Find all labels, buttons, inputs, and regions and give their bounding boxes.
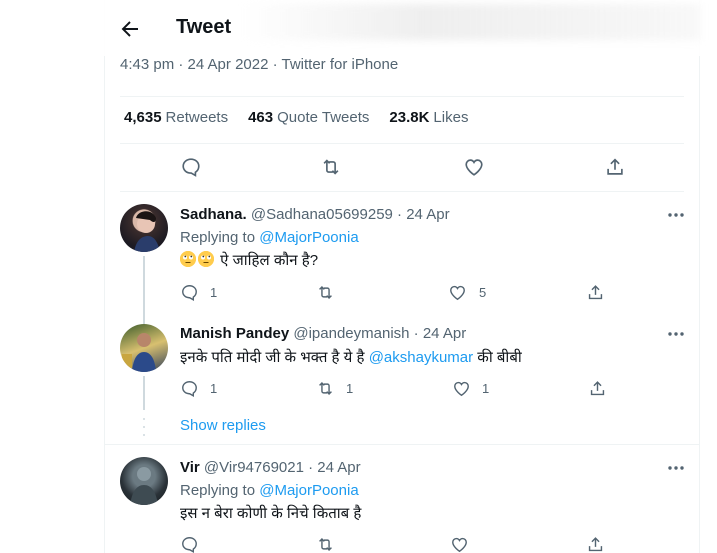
page-title: Tweet: [176, 16, 232, 38]
quote-tweets-stat[interactable]: 463 Quote Tweets: [248, 109, 369, 126]
reply-count: 1: [210, 381, 218, 396]
mention-link[interactable]: @MajorPoonia: [259, 229, 358, 246]
tweet-timestamp[interactable]: 4:43 pm · 24 Apr 2022 · Twitter for iPho…: [120, 56, 398, 73]
reply-icon[interactable]: [180, 156, 202, 178]
thread-line: [143, 256, 145, 310]
like-icon[interactable]: [463, 156, 485, 178]
retweet-icon[interactable]: [316, 535, 335, 553]
avatar[interactable]: [120, 457, 168, 505]
reply-tweet[interactable]: Manish Pandey @ipandeymanish · 24 Apr इन…: [104, 310, 700, 410]
reply-tweet[interactable]: Vir @Vir94769021 · 24 Apr Replying to @M…: [104, 445, 700, 553]
like-icon[interactable]: [452, 379, 471, 398]
more-options-icon[interactable]: [664, 322, 688, 346]
avatar[interactable]: [120, 324, 168, 372]
like-icon[interactable]: [450, 535, 469, 553]
rolling-eyes-emoji-icon: [198, 251, 214, 267]
reply-icon[interactable]: [180, 283, 199, 302]
thread-continuation-dots: [143, 416, 145, 438]
reply-text: ऐ जाहिल कौन है?: [180, 250, 318, 270]
retweet-icon[interactable]: [316, 379, 335, 398]
rolling-eyes-emoji-icon: [180, 251, 196, 267]
avatar[interactable]: [120, 204, 168, 252]
tweet-action-bar: [120, 146, 684, 190]
like-count: 1: [482, 381, 490, 396]
share-icon[interactable]: [588, 379, 607, 398]
reply-author[interactable]: Manish Pandey @ipandeymanish · 24 Apr: [180, 325, 466, 342]
reply-author[interactable]: Sadhana. @Sadhana05699259 · 24 Apr: [180, 206, 450, 223]
reply-count: 1: [210, 285, 218, 300]
like-count: 5: [479, 285, 487, 300]
retweet-icon[interactable]: [320, 156, 342, 178]
mention-link[interactable]: @MajorPoonia: [259, 482, 358, 499]
retweet-icon[interactable]: [316, 283, 335, 302]
likes-stat[interactable]: 23.8K Likes: [389, 109, 468, 126]
replying-to: Replying to @MajorPoonia: [180, 229, 359, 246]
header-blur-overlay: [240, 4, 700, 40]
back-arrow-icon[interactable]: [118, 17, 142, 41]
right-gutter: [700, 0, 717, 553]
divider: [120, 96, 684, 97]
reply-author[interactable]: Vir @Vir94769021 · 24 Apr: [180, 459, 361, 476]
more-options-icon[interactable]: [664, 203, 688, 227]
share-icon[interactable]: [586, 283, 605, 302]
retweet-count: 1: [346, 381, 354, 396]
reply-tweet[interactable]: Sadhana. @Sadhana05699259 · 24 Apr Reply…: [104, 192, 700, 310]
more-options-icon[interactable]: [664, 456, 688, 480]
share-icon[interactable]: [586, 535, 605, 553]
thread-line: [143, 376, 145, 410]
reply-icon[interactable]: [180, 379, 199, 398]
retweets-stat[interactable]: 4,635 Retweets: [124, 109, 228, 126]
thread-line: [143, 310, 145, 324]
divider: [120, 143, 684, 144]
reply-icon[interactable]: [180, 535, 199, 553]
replying-to: Replying to @MajorPoonia: [180, 482, 359, 499]
left-gutter: [0, 0, 104, 553]
show-replies-link[interactable]: Show replies: [180, 417, 266, 434]
mention-link[interactable]: @akshaykumar: [369, 349, 473, 366]
reply-text: इस न बेरा कोणी के निचे किताब है: [180, 505, 362, 522]
tweet-stats: 4,635 Retweets 463 Quote Tweets 23.8K Likes: [124, 109, 468, 126]
share-icon[interactable]: [604, 156, 626, 178]
reply-text: इनके पति मोदी जी के भक्त है ये है @aksha…: [180, 349, 522, 366]
like-icon[interactable]: [448, 283, 467, 302]
